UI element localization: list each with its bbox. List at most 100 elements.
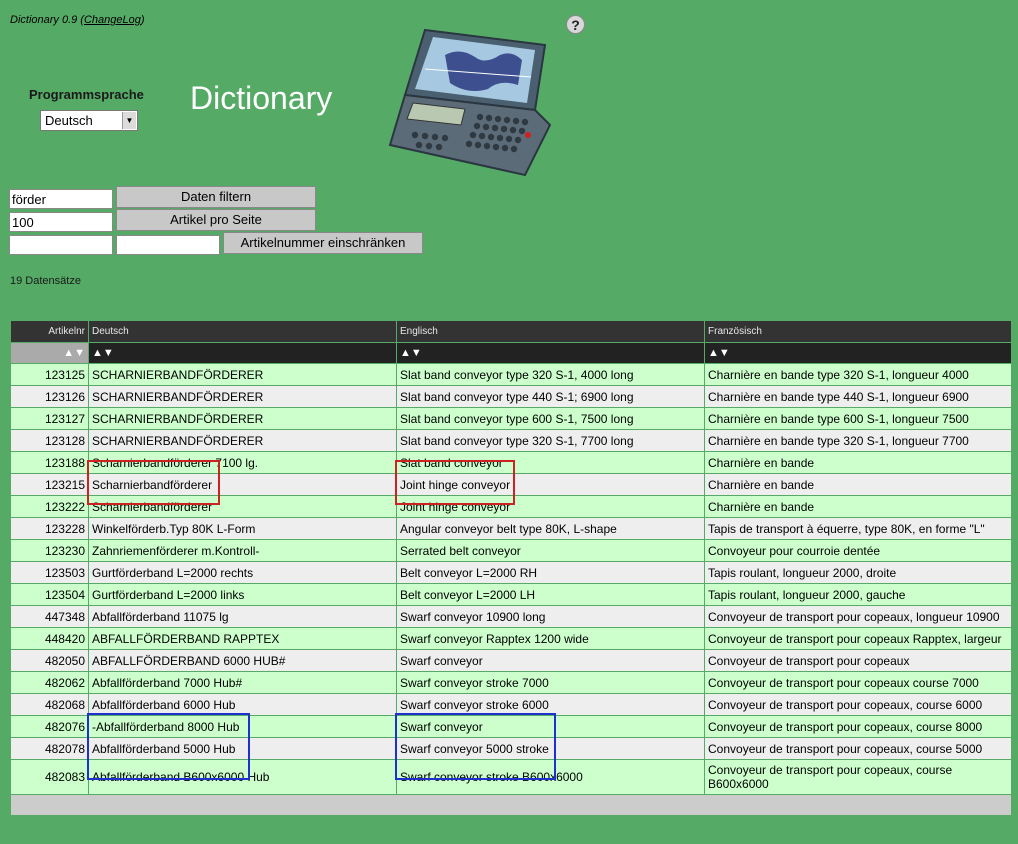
cell-franzoesisch: Convoyeur de transport pour copeaux, cou… <box>704 737 1012 760</box>
cell-deutsch: SCHARNIERBANDFÖRDERER <box>88 407 397 430</box>
filter-data-button[interactable]: Daten filtern <box>116 186 316 208</box>
table-row: 123127 SCHARNIERBANDFÖRDERER Slat band con… <box>10 407 1012 430</box>
cell-englisch: Swarf conveyor stroke 6000 <box>396 693 705 716</box>
cell-deutsch: SCHARNIERBANDFÖRDERER <box>88 363 397 386</box>
cell-englisch: Serrated belt conveyor <box>396 539 705 562</box>
table-row: 123125 SCHARNIERBANDFÖRDERER Slat band con… <box>10 363 1012 386</box>
table-row: 482062 Abfallförderband 7000 Hub# Swarf co… <box>10 671 1012 694</box>
table-row: 123504 Gurtförderband L=2000 links Belt co… <box>10 583 1012 606</box>
cell-franzoesisch: Convoyeur de transport pour copeaux, lon… <box>704 605 1012 628</box>
table-footer <box>10 794 1012 816</box>
cell-englisch: Joint hinge conveyor <box>396 473 705 496</box>
per-page-input[interactable]: 100 <box>9 212 113 232</box>
cell-franzoesisch: Charnière en bande <box>704 451 1012 474</box>
cell-franzoesisch: Charnière en bande type 320 S-1, longueu… <box>704 429 1012 452</box>
cell-franzoesisch: Convoyeur de transport pour copeaux cour… <box>704 671 1012 694</box>
cell-englisch: Belt conveyor L=2000 RH <box>396 561 705 584</box>
cell-artikelnr: 482076 <box>10 715 89 738</box>
language-select[interactable]: Deutsch ▼ <box>40 110 138 131</box>
cell-artikelnr: 123126 <box>10 385 89 408</box>
cell-franzoesisch: Charnière en bande type 440 S-1, longueu… <box>704 385 1012 408</box>
cell-franzoesisch: Charnière en bande <box>704 473 1012 496</box>
table-row: 123228 Winkelförderb.Typ 80K L-Form Angula… <box>10 517 1012 540</box>
cell-englisch: Slat band conveyor type 600 S-1, 7500 lo… <box>396 407 705 430</box>
range-from-input[interactable] <box>9 235 113 255</box>
table-row: 123188 Scharnierbandförderer 7100 lg. Slat… <box>10 451 1012 474</box>
table-row: 123215 Scharnierbandförderer Joint hinge c… <box>10 473 1012 496</box>
table-row: 482068 Abfallförderband 6000 Hub Swarf con… <box>10 693 1012 716</box>
cell-artikelnr: 123503 <box>10 561 89 584</box>
dropdown-arrow-icon: ▼ <box>122 112 136 129</box>
cell-deutsch: Gurtförderband L=2000 links <box>88 583 397 606</box>
cell-englisch: Swarf conveyor 10900 long <box>396 605 705 628</box>
cell-englisch: Swarf conveyor <box>396 715 705 738</box>
cell-englisch: Swarf conveyor 5000 stroke <box>396 737 705 760</box>
table-row: 482050 ABFALLFÖRDERBAND 6000 HUB# Swarf co… <box>10 649 1012 672</box>
cell-englisch: Slat band conveyor type 320 S-1, 7700 lo… <box>396 429 705 452</box>
cell-englisch: Swarf conveyor stroke 7000 <box>396 671 705 694</box>
cell-franzoesisch: Convoyeur de transport pour copeaux Rapp… <box>704 627 1012 650</box>
table-row: 123126 SCHARNIERBANDFÖRDERER Slat band con… <box>10 385 1012 408</box>
cell-franzoesisch: Tapis de transport à équerre, type 80K, … <box>704 517 1012 540</box>
cell-englisch: Swarf conveyor <box>396 649 705 672</box>
cell-deutsch: Abfallförderband 7000 Hub# <box>88 671 397 694</box>
column-header-franzoesisch: Französisch <box>704 320 1012 343</box>
sort-englisch-icon[interactable]: ▲▼ <box>396 342 705 364</box>
range-to-input[interactable] <box>116 235 220 255</box>
cell-englisch: Swarf conveyor stroke B600x6000 <box>396 759 705 795</box>
sort-franzoesisch-icon[interactable]: ▲▼ <box>704 342 1012 364</box>
cell-artikelnr: 448420 <box>10 627 89 650</box>
cell-franzoesisch: Charnière en bande type 320 S-1, longueu… <box>704 363 1012 386</box>
table-row: 448420 ABFALLFÖRDERBAND RAPPTEX Swarf conv… <box>10 627 1012 650</box>
cell-franzoesisch: Convoyeur de transport pour copeaux, cou… <box>704 693 1012 716</box>
cell-artikelnr: 123504 <box>10 583 89 606</box>
cell-deutsch: SCHARNIERBANDFÖRDERER <box>88 429 397 452</box>
table-row: 482078 Abfallförderband 5000 Hub Swarf con… <box>10 737 1012 760</box>
table-row: 123222 Scharnierbandförderer Joint hinge c… <box>10 495 1012 518</box>
sort-artikelnr-icon[interactable]: ▲▼ <box>10 342 89 364</box>
per-page-button[interactable]: Artikel pro Seite <box>116 209 316 231</box>
cell-artikelnr: 482068 <box>10 693 89 716</box>
cell-franzoesisch: Tapis roulant, longueur 2000, droite <box>704 561 1012 584</box>
cell-franzoesisch: Convoyeur de transport pour copeaux, cou… <box>704 715 1012 738</box>
table-row: 123503 Gurtförderband L=2000 rechts Belt c… <box>10 561 1012 584</box>
cell-artikelnr: 123228 <box>10 517 89 540</box>
cell-englisch: Angular conveyor belt type 80K, L-shape <box>396 517 705 540</box>
cell-artikelnr: 123127 <box>10 407 89 430</box>
help-icon[interactable]: ? <box>566 15 585 34</box>
cell-franzoesisch: Tapis roulant, longueur 2000, gauche <box>704 583 1012 606</box>
results-table: Artikelnr Deutsch Englisch Französisch ▲… <box>10 320 1012 816</box>
cell-deutsch: Abfallförderband B600x6000 Hub <box>88 759 397 795</box>
table-row: 123128 SCHARNIERBANDFÖRDERER Slat band con… <box>10 429 1012 452</box>
cell-artikelnr: 123215 <box>10 473 89 496</box>
sort-deutsch-icon[interactable]: ▲▼ <box>88 342 397 364</box>
cell-artikelnr: 482062 <box>10 671 89 694</box>
column-header-deutsch: Deutsch <box>88 320 397 343</box>
cell-franzoesisch: Charnière en bande type 600 S-1, longueu… <box>704 407 1012 430</box>
column-header-englisch: Englisch <box>396 320 705 343</box>
cell-artikelnr: 447348 <box>10 605 89 628</box>
cell-deutsch: Scharnierbandförderer <box>88 473 397 496</box>
cell-englisch: Slat band conveyor type 320 S-1, 4000 lo… <box>396 363 705 386</box>
cell-artikelnr: 482050 <box>10 649 89 672</box>
column-header-artikelnr: Artikelnr <box>10 320 89 343</box>
changelog-link[interactable]: ChangeLog <box>84 14 141 26</box>
cell-artikelnr: 123222 <box>10 495 89 518</box>
cell-deutsch: Zahnriemenförderer m.Kontroll- <box>88 539 397 562</box>
table-row: 123230 Zahnriemenförderer m.Kontroll- Serr… <box>10 539 1012 562</box>
table-row: 447348 Abfallförderband 11075 lg Swarf con… <box>10 605 1012 628</box>
cell-artikelnr: 123230 <box>10 539 89 562</box>
cell-deutsch: Abfallförderband 11075 lg <box>88 605 397 628</box>
cell-englisch: Slat band conveyor <box>396 451 705 474</box>
cell-englisch: Slat band conveyor type 440 S-1; 6900 lo… <box>396 385 705 408</box>
record-count: 19 Datensätze <box>10 275 81 287</box>
cell-deutsch: Scharnierbandförderer 7100 lg. <box>88 451 397 474</box>
cell-deutsch: ABFALLFÖRDERBAND 6000 HUB# <box>88 649 397 672</box>
search-input[interactable]: förder <box>9 189 113 209</box>
cell-deutsch: ABFALLFÖRDERBAND RAPPTEX <box>88 627 397 650</box>
cell-deutsch: Gurtförderband L=2000 rechts <box>88 561 397 584</box>
cell-artikelnr: 482078 <box>10 737 89 760</box>
restrict-article-number-button[interactable]: Artikelnummer einschränken <box>223 232 423 254</box>
cell-deutsch: Abfallförderband 6000 Hub <box>88 693 397 716</box>
app-title: Dictionary <box>190 80 333 116</box>
